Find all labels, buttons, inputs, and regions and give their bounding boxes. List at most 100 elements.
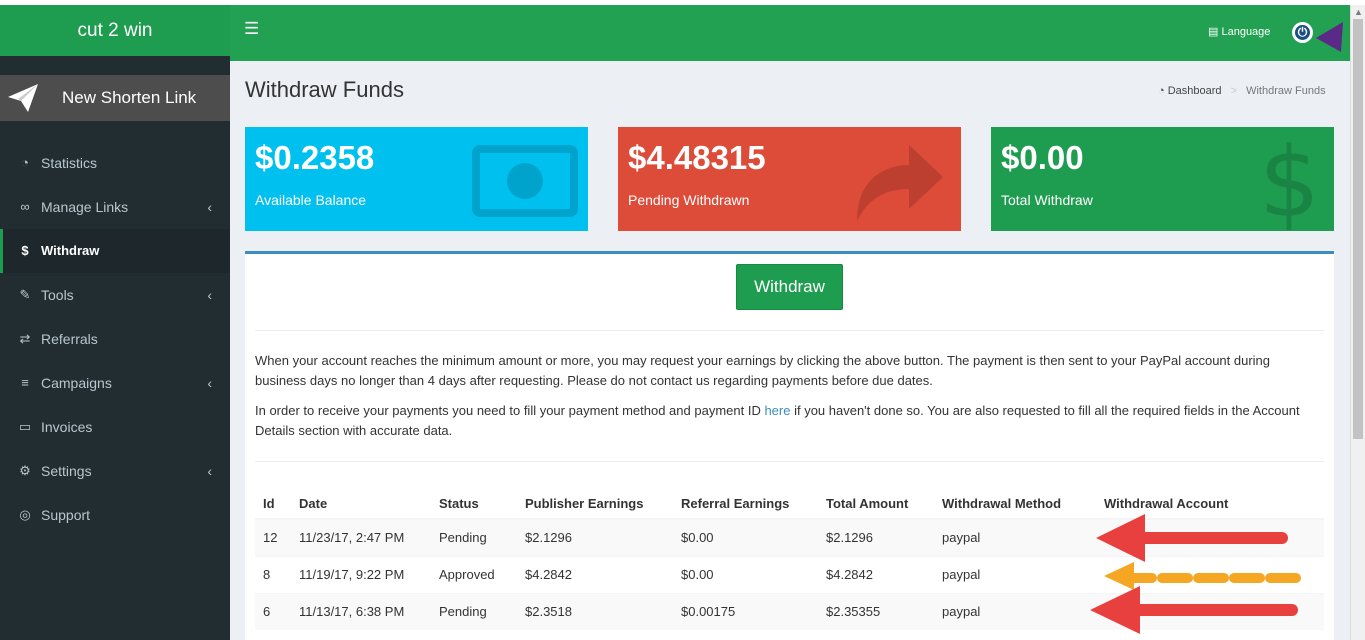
wrench-icon: ✎ bbox=[19, 287, 31, 302]
cell-publisher-earnings: $2.1296 bbox=[517, 518, 673, 556]
cell-date: 11/23/17, 2:47 PM bbox=[291, 518, 431, 556]
cell-referral-earnings: $0.00 bbox=[673, 518, 818, 556]
chevron-left-icon: ‹ bbox=[207, 463, 212, 479]
pending-withdrawn-label: Pending Withdrawn bbox=[628, 192, 750, 208]
divider bbox=[255, 461, 1324, 462]
withdraw-button[interactable]: Withdraw bbox=[736, 264, 843, 310]
chevron-left-icon: ‹ bbox=[207, 287, 212, 303]
cell-total-amount: $2.35355 bbox=[818, 592, 934, 630]
cell-referral-earnings: $0.00 bbox=[673, 555, 818, 593]
sidebar-item-settings[interactable]: ⚙ Settings ‹ bbox=[0, 449, 230, 493]
available-balance-label: Available Balance bbox=[255, 192, 367, 208]
new-shorten-link-button[interactable]: New Shorten Link bbox=[0, 75, 230, 121]
cell-withdrawal-account bbox=[1096, 555, 1324, 593]
cell-withdrawal-method: paypal bbox=[934, 592, 1096, 630]
withdraw-info-text: When your account reaches the minimum am… bbox=[255, 353, 1271, 388]
cell-total-amount: $4.2842 bbox=[818, 555, 934, 593]
column-header-id: Id bbox=[255, 488, 291, 520]
scrollbar-thumb[interactable] bbox=[1353, 19, 1363, 439]
payment-settings-link[interactable]: here bbox=[764, 403, 790, 418]
cell-status: Pending bbox=[431, 518, 517, 556]
page-scrollbar[interactable]: ▲ bbox=[1350, 5, 1365, 640]
dashboard-icon: ◔ bbox=[21, 155, 29, 170]
sidebar-item-tools[interactable]: ✎ Tools ‹ bbox=[0, 273, 230, 317]
sidebar-item-support[interactable]: ◎ Support bbox=[0, 493, 230, 537]
sidebar-item-statistics[interactable]: ◔ Statistics bbox=[0, 141, 230, 185]
cogs-icon: ⚙ bbox=[19, 463, 31, 478]
sidebar-item-label: Referrals bbox=[41, 331, 98, 347]
sidebar-item-label: Support bbox=[41, 507, 91, 523]
sidebar-item-label: Campaigns bbox=[41, 375, 112, 391]
total-withdraw-box: $0.00 Total Withdraw $ bbox=[991, 127, 1334, 231]
sidebar-item-label: Statistics bbox=[41, 155, 98, 171]
info-text-part: In order to receive your payments you ne… bbox=[255, 403, 765, 418]
sidebar-item-manage-links[interactable]: ∞ Manage Links ‹ bbox=[0, 185, 230, 229]
top-navbar: ☰ ▤ Language ⏻ bbox=[230, 5, 1350, 61]
sidebar-item-label: Withdraw bbox=[41, 243, 100, 258]
available-balance-amount: $0.2358 bbox=[255, 139, 375, 176]
menu-toggle-icon[interactable]: ☰ bbox=[244, 19, 259, 39]
cell-withdrawal-account bbox=[1096, 592, 1324, 630]
credit-card-icon: ▭ bbox=[18, 419, 32, 434]
table-row: 6 11/13/17, 6:38 PM Pending $2.3518 $0.0… bbox=[255, 592, 1324, 630]
app-logo[interactable]: cut 2 win bbox=[0, 5, 230, 56]
sidebar-item-campaigns[interactable]: ≡ Campaigns ‹ bbox=[0, 361, 230, 405]
sidebar-item-label: Invoices bbox=[41, 419, 93, 435]
withdrawals-table: Id Date Status Publisher Earnings Referr… bbox=[255, 488, 1324, 630]
breadcrumb-current: Withdraw Funds bbox=[1246, 85, 1326, 97]
withdraw-panel: Withdraw When your account reaches the m… bbox=[245, 251, 1334, 640]
exchange-icon: ⇄ bbox=[19, 331, 31, 346]
money-icon bbox=[472, 145, 578, 217]
cell-id: 8 bbox=[255, 555, 291, 593]
database-icon: ≡ bbox=[21, 375, 29, 390]
dollar-icon: $ bbox=[1258, 127, 1320, 231]
column-header-publisher-earnings: Publisher Earnings bbox=[517, 488, 673, 520]
sidebar-menu: ◔ Statistics ∞ Manage Links ‹ $ Withdraw… bbox=[0, 141, 230, 537]
cell-id: 12 bbox=[255, 518, 291, 556]
link-icon: ∞ bbox=[20, 199, 30, 214]
paper-plane-icon bbox=[8, 84, 38, 112]
payment-method-info-text: In order to receive your payments you ne… bbox=[255, 401, 1320, 441]
share-arrow-icon bbox=[857, 145, 943, 221]
life-ring-icon: ◎ bbox=[19, 507, 31, 522]
language-menu[interactable]: ▤ Language bbox=[1208, 25, 1270, 38]
page-title: Withdraw Funds bbox=[245, 77, 404, 102]
column-header-withdrawal-method: Withdrawal Method bbox=[934, 488, 1096, 520]
cell-status: Pending bbox=[431, 592, 517, 630]
available-balance-box: $0.2358 Available Balance bbox=[245, 127, 588, 231]
dollar-icon: $ bbox=[21, 243, 29, 258]
language-label: Language bbox=[1221, 26, 1271, 38]
column-header-date: Date bbox=[291, 488, 431, 520]
pending-withdrawn-box: $4.48315 Pending Withdrawn bbox=[618, 127, 961, 231]
sidebar-item-withdraw[interactable]: $ Withdraw bbox=[0, 229, 230, 273]
column-header-referral-earnings: Referral Earnings bbox=[673, 488, 818, 520]
sidebar: New Shorten Link ◔ Statistics ∞ Manage L… bbox=[0, 56, 230, 640]
cell-withdrawal-method: paypal bbox=[934, 555, 1096, 593]
column-header-withdrawal-account: Withdrawal Account bbox=[1096, 488, 1324, 520]
sidebar-item-label: Settings bbox=[41, 463, 92, 479]
new-shorten-link-label: New Shorten Link bbox=[62, 88, 197, 107]
column-header-status: Status bbox=[431, 488, 517, 520]
breadcrumb-home[interactable]: Dashboard bbox=[1168, 85, 1222, 97]
divider bbox=[255, 330, 1324, 331]
column-header-total-amount: Total Amount bbox=[818, 488, 934, 520]
cell-withdrawal-account bbox=[1096, 518, 1324, 556]
power-icon: ⏻ bbox=[1297, 25, 1308, 39]
breadcrumb-separator: > bbox=[1230, 85, 1238, 97]
scroll-up-icon[interactable]: ▲ bbox=[1354, 7, 1363, 17]
cell-date: 11/13/17, 6:38 PM bbox=[291, 592, 431, 630]
total-withdraw-label: Total Withdraw bbox=[1001, 192, 1093, 208]
breadcrumb: ◔ Dashboard > Withdraw Funds bbox=[1158, 85, 1326, 97]
cell-total-amount: $2.1296 bbox=[818, 518, 934, 556]
sidebar-item-invoices[interactable]: ▭ Invoices bbox=[0, 405, 230, 449]
chevron-left-icon: ‹ bbox=[207, 375, 212, 391]
total-withdraw-amount: $0.00 bbox=[1001, 139, 1084, 176]
table-row: 8 11/19/17, 9:22 PM Approved $4.2842 $0.… bbox=[255, 555, 1324, 593]
cell-publisher-earnings: $4.2842 bbox=[517, 555, 673, 593]
pending-withdrawn-amount: $4.48315 bbox=[628, 139, 766, 176]
language-icon: ▤ bbox=[1208, 26, 1219, 38]
sidebar-item-referrals[interactable]: ⇄ Referrals bbox=[0, 317, 230, 361]
chevron-left-icon: ‹ bbox=[207, 199, 212, 215]
cell-referral-earnings: $0.00175 bbox=[673, 592, 818, 630]
table-header-row: Id Date Status Publisher Earnings Referr… bbox=[255, 488, 1324, 520]
